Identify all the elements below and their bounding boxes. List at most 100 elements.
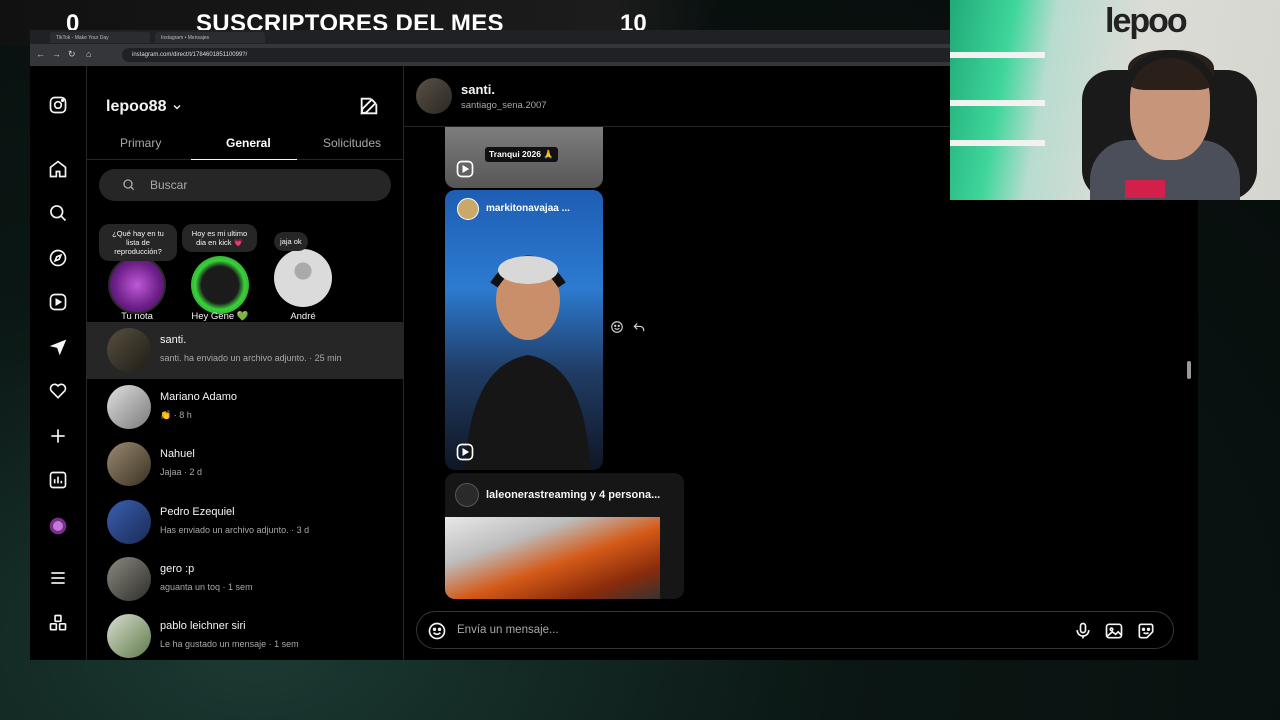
inbox-tabs: Primary General Solicitudes bbox=[87, 128, 404, 160]
thread-preview: Jajaa · 2 d bbox=[160, 467, 203, 477]
inbox-username: lepoo88 bbox=[106, 98, 167, 115]
reload-icon[interactable]: ↻ bbox=[68, 49, 76, 60]
also-from-meta-icon[interactable] bbox=[47, 612, 69, 634]
react-emoji-icon[interactable] bbox=[610, 320, 624, 334]
home-icon[interactable]: ⌂ bbox=[86, 49, 91, 59]
wall-logo: lepoo bbox=[1105, 2, 1188, 40]
reels-icon bbox=[456, 443, 474, 461]
emoji-icon[interactable] bbox=[427, 621, 447, 641]
thread-name: santi. bbox=[160, 334, 187, 346]
forward-icon[interactable]: → bbox=[52, 49, 61, 59]
shared-post-image bbox=[445, 517, 660, 599]
thread-nahuel[interactable]: Nahuel Jajaa · 2 d bbox=[87, 436, 404, 493]
thread-pablo-leichner-siri[interactable]: pablo leichner siri Le ha gustado un men… bbox=[87, 608, 404, 665]
reels-icon bbox=[456, 160, 474, 178]
profile-icon[interactable] bbox=[47, 515, 69, 537]
note-label: Hey Gene 💚 bbox=[191, 311, 249, 322]
search-icon[interactable] bbox=[47, 202, 69, 224]
tab-solicitudes[interactable]: Solicitudes bbox=[323, 136, 381, 150]
instagram-icon[interactable] bbox=[47, 94, 69, 116]
reel-caption: Tranqui 2026 🙏 bbox=[485, 147, 558, 162]
dashboard-icon[interactable] bbox=[47, 469, 69, 491]
shelf bbox=[950, 52, 1045, 58]
shared-post[interactable]: laleonerastreaming y 4 persona... bbox=[445, 473, 684, 599]
browser-tab-strip: TikTok - Make Your Day Instagram • Mensa… bbox=[30, 30, 950, 44]
avatar bbox=[107, 614, 151, 658]
thread-preview: 👏 · 8 h bbox=[160, 410, 192, 420]
thread-mariano-adamo[interactable]: Mariano Adamo 👏 · 8 h bbox=[87, 379, 404, 436]
thread-name: Mariano Adamo bbox=[160, 391, 238, 403]
shelf bbox=[950, 140, 1045, 146]
note-avatar bbox=[108, 256, 166, 314]
url-field[interactable]: instagram.com/direct/t/178460185110099?/ bbox=[122, 48, 972, 62]
thread-preview: Has enviado un archivo adjunto. · 3 d bbox=[160, 525, 310, 535]
note-avatar bbox=[191, 256, 249, 314]
reply-icon[interactable] bbox=[632, 320, 646, 334]
thread-pedro-ezequiel[interactable]: Pedro Ezequiel Has enviado un archivo ad… bbox=[87, 494, 404, 551]
avatar bbox=[107, 557, 151, 601]
search-placeholder: Buscar bbox=[150, 178, 188, 192]
back-icon[interactable]: ← bbox=[36, 49, 45, 59]
avatar bbox=[107, 328, 151, 372]
browser-tab-tiktok[interactable]: TikTok - Make Your Day bbox=[50, 32, 150, 43]
browser-tab-instagram[interactable]: Instagram • Mensajes bbox=[155, 32, 265, 43]
explore-icon[interactable] bbox=[47, 247, 69, 269]
search-icon bbox=[123, 179, 135, 191]
messages-icon[interactable] bbox=[47, 336, 69, 358]
chat-contact-name: santi. bbox=[461, 82, 495, 97]
shared-post-title: laleonerastreaming y 4 persona... bbox=[486, 489, 661, 501]
active-tab-underline bbox=[191, 159, 297, 160]
shared-reel-top[interactable]: Tranqui 2026 🙏 bbox=[445, 127, 603, 188]
webcam-feed: lepoo bbox=[950, 0, 1280, 200]
avatar bbox=[455, 483, 479, 507]
note-label: André bbox=[290, 311, 316, 322]
reel-thumbnail bbox=[465, 255, 590, 470]
avatar bbox=[107, 500, 151, 544]
thread-name: gero :p bbox=[160, 563, 195, 575]
more-icon[interactable] bbox=[47, 567, 69, 589]
note-label: Tu nota bbox=[121, 311, 153, 322]
avatar bbox=[457, 198, 479, 220]
address-bar: ← → ↻ ⌂ instagram.com/direct/t/178460185… bbox=[30, 44, 972, 66]
chevron-down-icon bbox=[173, 105, 181, 110]
tab-primary[interactable]: Primary bbox=[120, 136, 161, 150]
avatar bbox=[416, 78, 452, 114]
search-input[interactable]: Buscar bbox=[99, 169, 391, 201]
note-bubble: ¿Qué hay en tu lista de reproducción? bbox=[99, 224, 177, 261]
account-switcher[interactable]: lepoo88 bbox=[106, 98, 182, 116]
message-composer[interactable]: Envía un mensaje... bbox=[416, 611, 1174, 649]
scroll-thumb[interactable] bbox=[1187, 361, 1191, 379]
thread-name: Nahuel bbox=[160, 448, 195, 460]
reel-author: markitonavajaa ... bbox=[486, 203, 570, 214]
shelf bbox=[950, 100, 1045, 106]
notifications-icon[interactable] bbox=[47, 380, 69, 402]
create-icon[interactable] bbox=[47, 425, 69, 447]
thread-preview: Le ha gustado un mensaje · 1 sem bbox=[160, 639, 299, 649]
chat-scrollbar[interactable] bbox=[1186, 201, 1192, 596]
thread-name: Pedro Ezequiel bbox=[160, 506, 235, 518]
microphone-icon[interactable] bbox=[1073, 621, 1093, 641]
thread-gero[interactable]: gero :p aguanta un toq · 1 sem bbox=[87, 551, 404, 608]
reels-icon[interactable] bbox=[47, 291, 69, 313]
note-bubble: Hoy es mi ultimo dia en kick 💗 bbox=[182, 224, 257, 252]
thread-preview: santi. ha enviado un archivo adjunto. · … bbox=[160, 353, 342, 363]
avatar bbox=[107, 385, 151, 429]
message-actions bbox=[610, 320, 646, 334]
image-icon[interactable] bbox=[1104, 621, 1124, 641]
inbox-panel: lepoo88 Primary General Solicitudes Busc… bbox=[87, 66, 404, 660]
shared-reel[interactable]: markitonavajaa ... bbox=[445, 190, 603, 470]
compose-icon[interactable] bbox=[358, 95, 380, 117]
sticker-icon[interactable] bbox=[1136, 621, 1156, 641]
thread-name: pablo leichner siri bbox=[160, 620, 246, 632]
note-avatar bbox=[274, 249, 332, 307]
chat-contact-handle: santiago_sena.2007 bbox=[461, 100, 547, 111]
composer-placeholder: Envía un mensaje... bbox=[457, 624, 559, 636]
avatar bbox=[107, 442, 151, 486]
home-icon[interactable] bbox=[47, 158, 69, 180]
microphone bbox=[1125, 180, 1165, 198]
thread-preview: aguanta un toq · 1 sem bbox=[160, 582, 253, 592]
thread-santi[interactable]: santi. santi. ha enviado un archivo adju… bbox=[87, 322, 404, 379]
note-bubble: jaja ok bbox=[274, 232, 308, 251]
tab-general[interactable]: General bbox=[226, 136, 271, 150]
icon-rail bbox=[30, 66, 87, 660]
